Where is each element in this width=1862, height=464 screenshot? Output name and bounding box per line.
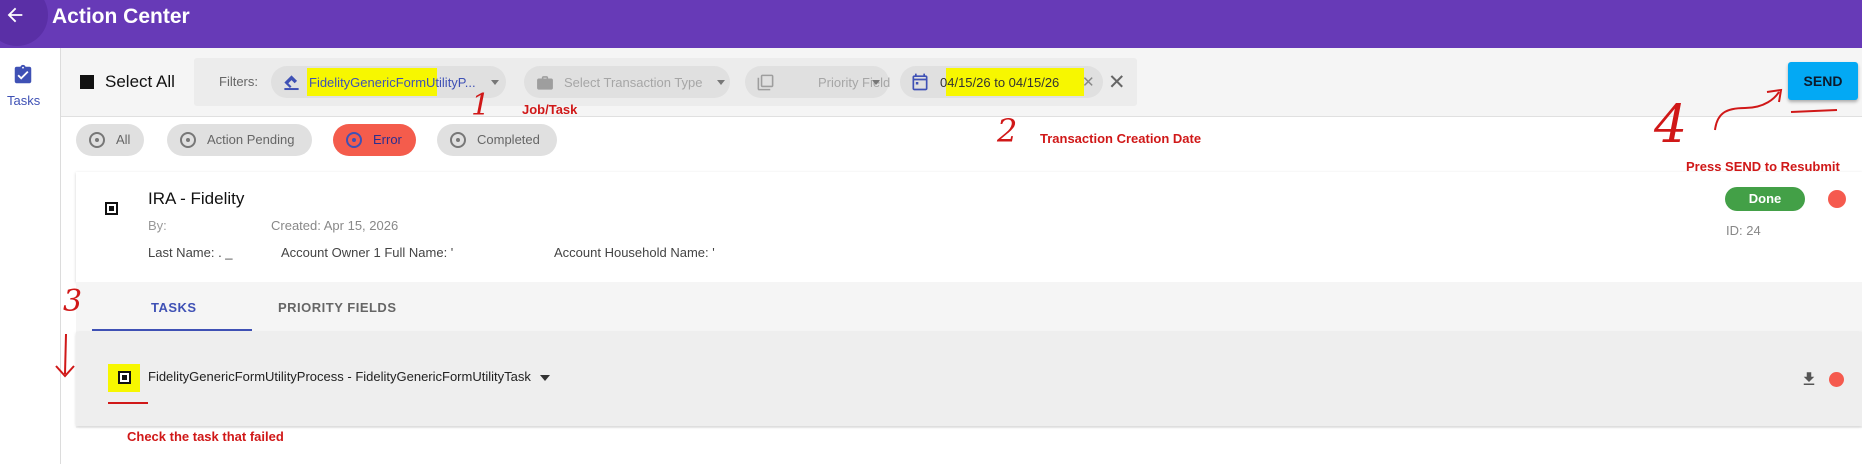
transaction-checkbox[interactable] (105, 202, 118, 215)
priority-field-dropdown[interactable]: Priority Field (745, 66, 890, 98)
annotation-number-2: 2 (997, 112, 1018, 150)
status-filter-all[interactable]: All (76, 124, 144, 156)
calendar-icon (912, 73, 928, 91)
last-name-field: Last Name: . _ (148, 245, 233, 260)
download-icon[interactable] (1800, 369, 1818, 389)
chevron-down-icon (491, 80, 499, 85)
sidebar-item-label: Tasks (7, 93, 41, 108)
error-indicator (1828, 190, 1846, 208)
annotation-check-task: Check the task that failed (127, 429, 284, 444)
transaction-id: ID: 24 (1726, 223, 1761, 238)
status-filter-label: Completed (477, 132, 540, 147)
select-all-label: Select All (105, 72, 175, 91)
account-owner-field: Account Owner 1 Full Name: ' (281, 245, 454, 260)
status-filter-label: Action Pending (207, 132, 295, 147)
app-header (0, 0, 1862, 48)
page-title: Action Center (52, 5, 190, 28)
task-checkbox[interactable] (118, 371, 131, 384)
status-filter-completed[interactable]: Completed (437, 124, 557, 156)
status-filter-action-pending[interactable]: Action Pending (167, 124, 312, 156)
annotation-number-1: 1 (471, 88, 491, 123)
annotation-arrow (1714, 88, 1838, 131)
job-filter-value: FidelityGenericFormUtilityP... (309, 75, 476, 90)
annotation-transaction-creation-date: Transaction Creation Date (1040, 131, 1202, 146)
layers-icon (757, 74, 774, 91)
status-filter-label: All (116, 132, 131, 147)
back-arrow-icon (7, 7, 23, 23)
created-date: Created: Apr 15, 2026 (271, 218, 399, 233)
filters-label: Filters: (219, 74, 258, 89)
chevron-down-icon (717, 80, 725, 85)
transaction-title: IRA - Fidelity (148, 189, 245, 208)
radio-icon (346, 132, 362, 148)
status-badge: Done (1725, 187, 1805, 211)
active-tab-indicator (92, 329, 252, 331)
account-household-field: Account Household Name: ' (554, 245, 715, 260)
radio-icon (180, 132, 196, 148)
annotation-number-3: 3 (63, 284, 83, 319)
transaction-type-placeholder: Select Transaction Type (564, 75, 703, 90)
transaction-type-dropdown[interactable]: Select Transaction Type (524, 66, 730, 98)
status-filter-error[interactable]: Error (333, 124, 416, 156)
radio-icon (89, 132, 105, 148)
radio-icon (450, 132, 466, 148)
created-by-label: By: (148, 218, 167, 233)
select-all-checkbox[interactable] (80, 75, 94, 89)
clear-date-icon[interactable]: ✕ (1082, 73, 1095, 91)
annotation-down-arrow (55, 333, 75, 378)
tab-tasks[interactable]: TASKS (151, 300, 197, 315)
annotation-job-task: Job/Task (522, 102, 578, 117)
chevron-down-icon (872, 80, 880, 85)
date-range-picker[interactable]: 04/15/26 to 04/15/26 ✕ (900, 66, 1103, 98)
tab-priority-fields[interactable]: PRIORITY FIELDS (278, 300, 397, 315)
annotation-number-4: 4 (1654, 95, 1688, 155)
clear-filters-icon[interactable]: ✕ (1108, 70, 1126, 95)
status-filter-label: Error (373, 132, 402, 147)
annotation-underline (108, 402, 148, 404)
task-name: FidelityGenericFormUtilityProcess - Fide… (148, 369, 531, 384)
date-range-value: 04/15/26 to 04/15/26 (940, 75, 1060, 90)
clipboard-check-icon (14, 64, 32, 84)
task-error-indicator (1829, 372, 1844, 387)
sidebar-item-tasks[interactable]: Tasks (0, 58, 60, 114)
briefcase-icon (537, 76, 553, 90)
job-stamp-icon (284, 75, 299, 91)
task-expand-chevron-icon[interactable] (540, 375, 550, 381)
